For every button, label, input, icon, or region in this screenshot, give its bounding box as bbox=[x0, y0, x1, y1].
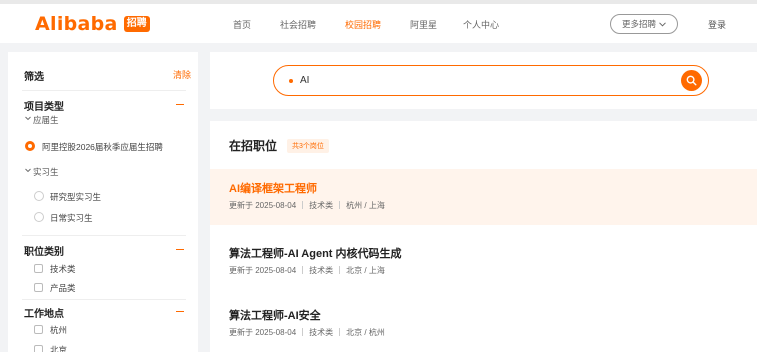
job-category: 技术类 bbox=[309, 266, 334, 275]
alibaba-logo[interactable]: Alibaba 招聘 bbox=[35, 13, 150, 35]
job-location: 北京 / 上海 bbox=[346, 266, 385, 275]
job-title[interactable]: AI编译框架工程师 bbox=[229, 180, 317, 196]
job-category: 技术类 bbox=[309, 328, 334, 337]
logo-text: Alibaba bbox=[35, 13, 118, 35]
job-title[interactable]: 算法工程师-AI安全 bbox=[229, 307, 321, 323]
job-item[interactable]: AI编译框架工程师 更新于 2025-08-04 技术类 杭州 / 上海 bbox=[210, 169, 757, 225]
divider bbox=[302, 201, 304, 209]
collapse-project-type-icon[interactable] bbox=[176, 104, 184, 105]
collapse-job-category-icon[interactable] bbox=[176, 249, 184, 250]
divider bbox=[339, 266, 341, 274]
radio-research-intern[interactable] bbox=[34, 191, 44, 201]
nav-item-campus-recruit[interactable]: 校园招聘 bbox=[345, 18, 381, 31]
option-tech[interactable]: 技术类 bbox=[50, 263, 76, 275]
chevron-down-icon[interactable] bbox=[25, 116, 31, 121]
collapse-location-icon[interactable] bbox=[176, 311, 184, 312]
chevron-down-icon[interactable] bbox=[25, 168, 31, 173]
nav-item-home[interactable]: 首页 bbox=[233, 18, 251, 31]
logo-badge: 招聘 bbox=[123, 16, 150, 32]
top-navigation-bar: Alibaba 招聘 首页 社会招聘 校园招聘 阿里星 个人中心 更多招聘 登录 bbox=[0, 0, 757, 43]
radio-daily-intern[interactable] bbox=[34, 212, 44, 222]
job-updated: 更新于 2025-08-04 bbox=[229, 266, 297, 275]
checkbox-product[interactable] bbox=[34, 283, 43, 292]
job-list-header: 在招职位 共3个岗位 bbox=[229, 137, 329, 154]
search-dot-icon bbox=[289, 79, 293, 83]
job-item[interactable]: 算法工程师-AI安全 更新于 2025-08-04 技术类 北京 / 杭州 bbox=[210, 296, 757, 352]
option-beijing[interactable]: 北京 bbox=[50, 344, 67, 352]
job-list-card: 在招职位 共3个岗位 AI编译框架工程师 更新于 2025-08-04 技术类 杭州… bbox=[210, 121, 757, 352]
nav-item-social-recruit[interactable]: 社会招聘 bbox=[280, 18, 316, 31]
project-type-title: 项目类型 bbox=[24, 102, 64, 113]
job-list-title: 在招职位 bbox=[229, 139, 278, 153]
group-fresh-graduate[interactable]: 应届生 bbox=[33, 114, 59, 126]
checkbox-hangzhou[interactable] bbox=[34, 325, 43, 334]
search-box bbox=[273, 65, 709, 96]
divider bbox=[339, 201, 341, 209]
search-icon bbox=[686, 75, 697, 86]
radio-autumn-recruit[interactable] bbox=[25, 141, 35, 151]
search-button[interactable] bbox=[681, 70, 702, 91]
job-location: 杭州 / 上海 bbox=[346, 201, 385, 210]
clear-filters-button[interactable]: 清除 bbox=[173, 68, 191, 81]
job-meta: 更新于 2025-08-04 技术类 杭州 / 上海 bbox=[229, 200, 385, 211]
search-card bbox=[210, 52, 757, 109]
job-updated: 更新于 2025-08-04 bbox=[229, 201, 297, 210]
checkbox-tech[interactable] bbox=[34, 264, 43, 273]
chevron-down-icon bbox=[659, 21, 666, 27]
option-autumn-recruit[interactable]: 阿里控股2026届秋季应届生招聘 bbox=[42, 141, 163, 153]
job-category: 技术类 bbox=[309, 201, 334, 210]
option-product[interactable]: 产品类 bbox=[50, 282, 76, 294]
divider bbox=[339, 328, 341, 336]
job-count-badge: 共3个岗位 bbox=[287, 138, 329, 153]
filter-sidebar: 筛选 清除 项目类型 应届生 阿里控股2026届秋季应届生招聘 实习生 研究型实… bbox=[8, 52, 198, 352]
divider bbox=[22, 90, 186, 91]
job-location: 北京 / 杭州 bbox=[346, 328, 385, 337]
option-research-intern[interactable]: 研究型实习生 bbox=[50, 191, 101, 203]
group-intern[interactable]: 实习生 bbox=[33, 166, 59, 178]
divider bbox=[22, 299, 186, 300]
more-recruit-dropdown[interactable]: 更多招聘 bbox=[610, 14, 678, 34]
divider bbox=[302, 328, 304, 336]
nav-item-personal-center[interactable]: 个人中心 bbox=[463, 18, 499, 31]
job-category-title: 职位类别 bbox=[24, 247, 64, 258]
checkbox-beijing[interactable] bbox=[34, 345, 43, 352]
divider bbox=[22, 235, 186, 236]
job-item[interactable]: 算法工程师-AI Agent 内核代码生成 更新于 2025-08-04 技术类 北… bbox=[210, 234, 757, 290]
job-title[interactable]: 算法工程师-AI Agent 内核代码生成 bbox=[229, 245, 402, 261]
filter-title: 筛选 bbox=[24, 72, 44, 83]
option-hangzhou[interactable]: 杭州 bbox=[50, 324, 67, 336]
job-updated: 更新于 2025-08-04 bbox=[229, 328, 297, 337]
location-title: 工作地点 bbox=[24, 309, 64, 320]
job-meta: 更新于 2025-08-04 技术类 北京 / 杭州 bbox=[229, 327, 385, 338]
more-recruit-label: 更多招聘 bbox=[621, 19, 656, 29]
nav-item-ali-star[interactable]: 阿里星 bbox=[410, 18, 437, 31]
divider bbox=[302, 266, 304, 274]
job-meta: 更新于 2025-08-04 技术类 北京 / 上海 bbox=[229, 265, 385, 276]
search-input[interactable] bbox=[300, 72, 660, 89]
option-daily-intern[interactable]: 日常实习生 bbox=[50, 212, 93, 224]
login-link[interactable]: 登录 bbox=[708, 18, 726, 31]
